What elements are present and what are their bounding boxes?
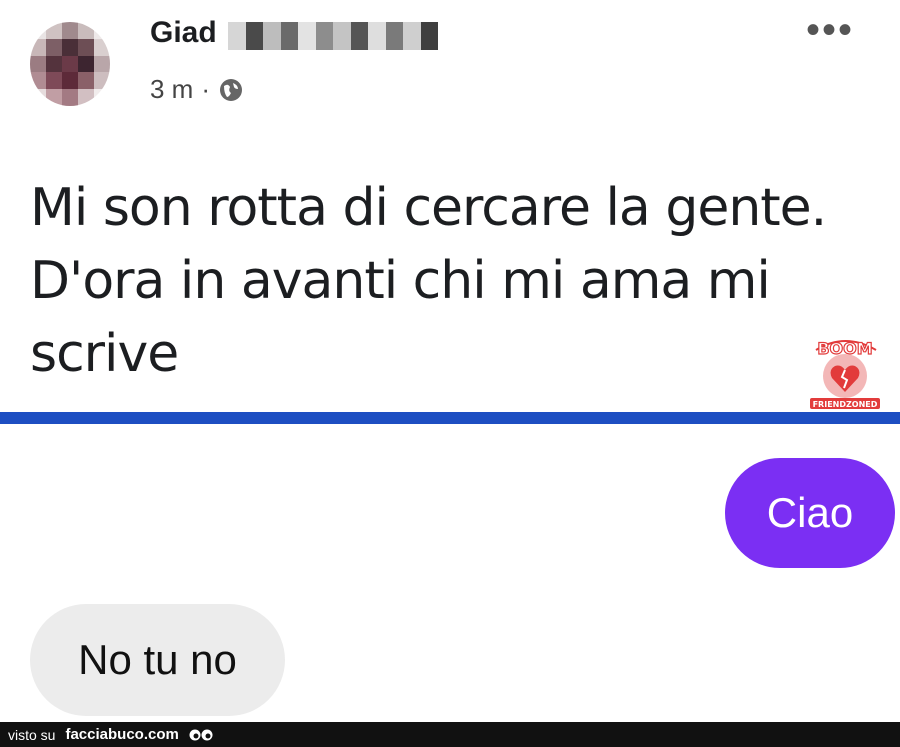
post-header: Giad 3 m · ••• [0, 0, 900, 130]
eyes-icon [189, 728, 213, 742]
post-text: Mi son rotta di cercare la gente. D'ora … [30, 172, 830, 391]
author-name[interactable]: Giad [150, 16, 217, 50]
footer-prefix: visto su [8, 726, 56, 743]
footer-site-link[interactable]: facciabuco.com [65, 726, 178, 743]
post-text-line: D'ora in avanti chi mi ama mi [30, 251, 771, 311]
outgoing-message-bubble[interactable]: Ciao [725, 458, 895, 568]
post-timestamp[interactable]: 3 m [150, 74, 193, 105]
incoming-message-bubble[interactable]: No tu no [30, 604, 285, 716]
more-options-icon[interactable]: ••• [806, 10, 854, 50]
footer-bar: visto su facciabuco.com [0, 722, 900, 747]
divider [0, 412, 900, 424]
post-text-line: scrive [30, 324, 179, 384]
chat-area: Ciao No tu no [0, 424, 900, 722]
globe-icon[interactable] [218, 77, 244, 103]
post-text-line: Mi son rotta di cercare la gente. [30, 178, 827, 238]
svg-text:FRIENDZONED: FRIENDZONED [813, 400, 878, 409]
redacted-name-blur [228, 22, 438, 50]
post-meta: 3 m · [150, 74, 244, 105]
avatar[interactable] [30, 22, 110, 106]
meta-separator: · [201, 74, 211, 104]
friendzoned-watermark-logo: BOOM FRIENDZONED [806, 330, 884, 410]
